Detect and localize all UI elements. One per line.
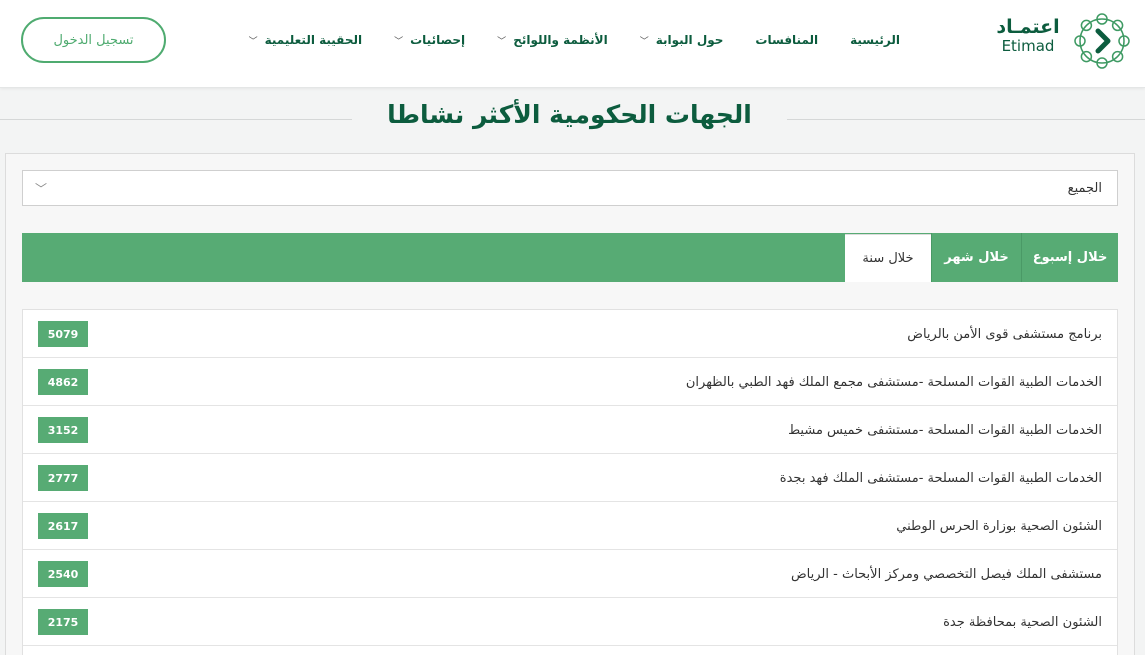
title-divider-left bbox=[0, 119, 352, 120]
nav-item-label: الحقيبة التعليمية bbox=[264, 33, 363, 47]
nav-item-home[interactable]: الرئيسية bbox=[850, 33, 900, 47]
list-item[interactable]: مستشفى الملك فيصل التخصصي ومركز الأبحاث … bbox=[23, 550, 1117, 598]
count-badge: 5079 bbox=[38, 321, 88, 347]
nav-item-regulations[interactable]: الأنظمة واللوائح ﹀ bbox=[497, 33, 608, 47]
count-badge: 2777 bbox=[38, 465, 88, 491]
list-item[interactable]: الخدمات الطبية القوات المسلحة -مستشفى خم… bbox=[23, 406, 1117, 454]
tab-month[interactable]: خلال شهر bbox=[931, 233, 1021, 282]
entities-list: برنامج مستشفى قوى الأمن بالرياض 5079 الخ… bbox=[22, 309, 1118, 655]
nav-item-label: المنافسات bbox=[755, 33, 819, 47]
chevron-down-icon: ﹀ bbox=[35, 181, 48, 196]
nav-item-statistics[interactable]: إحصائيات ﹀ bbox=[394, 33, 465, 47]
nav-item-about[interactable]: حول البوابة ﹀ bbox=[640, 33, 724, 47]
list-item[interactable]: الخدمات الطبية القوات المسلحة -مستشفى ال… bbox=[23, 454, 1117, 502]
period-tabs: خلال إسبوع خلال شهر خلال سنة bbox=[22, 233, 1118, 282]
count-badge: 2617 bbox=[38, 513, 88, 539]
chevron-down-icon: ﹀ bbox=[639, 36, 649, 47]
nav-item-tenders[interactable]: المنافسات bbox=[755, 33, 818, 47]
page-title: الجهات الحكومية الأكثر نشاطا bbox=[387, 100, 752, 129]
chevron-down-icon: ﹀ bbox=[497, 36, 507, 47]
count-badge: 2175 bbox=[38, 609, 88, 635]
logo-arabic: اعتمـاد bbox=[996, 16, 1060, 38]
site-header: اعتمـاد Etimad الرئيسية المنافسات حول ال… bbox=[0, 0, 1145, 88]
nav-item-label: الرئيسية bbox=[850, 33, 900, 47]
nav-item-label: إحصائيات bbox=[410, 33, 466, 47]
entity-name: الخدمات الطبية القوات المسلحة -مستشفى خم… bbox=[788, 422, 1102, 438]
chevron-down-icon: ﹀ bbox=[248, 36, 258, 47]
list-item[interactable]: الشئون الصحية بمحافظة جدة 2175 bbox=[23, 598, 1117, 646]
count-badge: 2540 bbox=[38, 561, 88, 587]
active-entities-panel: الجميع ﹀ خلال إسبوع خلال شهر خلال سنة بر… bbox=[5, 153, 1135, 655]
main-nav: الرئيسية المنافسات حول البوابة ﹀ الأنظمة… bbox=[217, 30, 900, 50]
entity-name: الخدمات الطبية القوات المسلحة -مستشفى ال… bbox=[779, 470, 1102, 486]
filter-selected-value: الجميع bbox=[1067, 180, 1102, 196]
count-badge: 3152 bbox=[38, 417, 88, 443]
etimad-logo[interactable]: اعتمـاد Etimad bbox=[996, 8, 1135, 74]
entity-name: الشئون الصحية بوزارة الحرس الوطني bbox=[896, 518, 1102, 534]
entity-name: برنامج مستشفى قوى الأمن بالرياض bbox=[907, 326, 1102, 342]
count-badge: 4862 bbox=[38, 369, 88, 395]
title-divider-right bbox=[787, 119, 1145, 120]
tab-year[interactable]: خلال سنة bbox=[845, 234, 931, 282]
entity-name: مستشفى الملك فيصل التخصصي ومركز الأبحاث … bbox=[790, 566, 1102, 582]
list-item[interactable]: برنامج مستشفى قوى الأمن بالرياض 5079 bbox=[23, 310, 1117, 358]
chevron-in-ring-icon bbox=[1074, 13, 1130, 69]
login-button[interactable]: تسجيل الدخول bbox=[21, 17, 166, 63]
tab-week[interactable]: خلال إسبوع bbox=[1021, 233, 1118, 282]
list-item[interactable]: الشئون الصحية بوزارة الحرس الوطني 2617 bbox=[23, 502, 1117, 550]
logo-text: اعتمـاد Etimad bbox=[993, 18, 1063, 54]
entity-filter-select[interactable]: الجميع ﹀ bbox=[22, 170, 1118, 206]
nav-item-learning-kit[interactable]: الحقيبة التعليمية ﹀ bbox=[249, 33, 362, 47]
nav-item-label: الأنظمة واللوائح bbox=[513, 33, 608, 47]
nav-item-label: حول البوابة bbox=[655, 33, 724, 47]
logo-english: Etimad bbox=[1001, 37, 1055, 55]
section-heading: الجهات الحكومية الأكثر نشاطا bbox=[0, 96, 1145, 142]
list-item[interactable]: الخدمات الطبية القوات المسلحة -مستشفى مج… bbox=[23, 358, 1117, 406]
chevron-down-icon: ﹀ bbox=[394, 36, 404, 47]
entity-name: الشئون الصحية بمحافظة جدة bbox=[943, 614, 1102, 630]
entity-name: الخدمات الطبية القوات المسلحة -مستشفى مج… bbox=[685, 374, 1102, 390]
